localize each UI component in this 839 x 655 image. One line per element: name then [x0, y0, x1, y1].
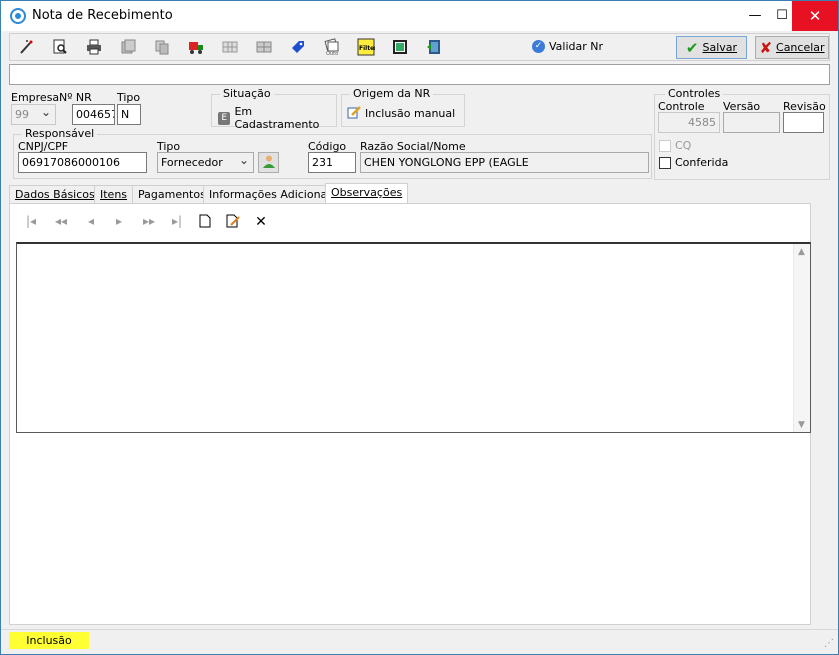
scroll-up-icon[interactable]: ▲ — [798, 247, 805, 257]
origem-group: Origem da NR Inclusão manual — [341, 87, 465, 127]
truck-icon[interactable] — [186, 38, 206, 56]
controle-field: 4585 — [658, 112, 720, 133]
first-record-icon[interactable]: |◂ — [22, 214, 40, 232]
filter-icon[interactable]: Filter — [356, 38, 376, 56]
checkmark-icon: ✔ — [685, 38, 699, 57]
app-icon — [10, 8, 26, 24]
new-document-icon[interactable] — [196, 214, 214, 232]
person-lookup-button[interactable] — [258, 152, 279, 173]
stack-icon[interactable] — [118, 38, 138, 56]
revisao-field[interactable] — [783, 112, 824, 133]
save-button[interactable]: ✔ Salvar — [676, 36, 747, 59]
main-window: Nota de Recebimento — ☐ ✕ Outo Filter ✓ … — [0, 0, 839, 655]
cq-label: CQ — [675, 139, 692, 152]
codigo-field[interactable]: 231 — [308, 152, 356, 173]
prior-page-icon[interactable]: ◂◂ — [52, 214, 70, 232]
delete-icon[interactable]: ✕ — [252, 214, 270, 232]
pencil-icon — [347, 105, 361, 122]
close-button[interactable]: ✕ — [792, 1, 838, 31]
cq-box — [659, 139, 671, 152]
status-bar: Inclusão ⋰ — [1, 629, 838, 654]
cancel-button[interactable]: ✘ Cancelar — [755, 36, 829, 59]
empresa-label: Empresa — [11, 91, 60, 104]
next-page-icon[interactable]: ▸▸ — [140, 214, 158, 232]
cross-icon: ✘ — [759, 38, 773, 57]
versao-field[interactable] — [723, 112, 780, 133]
resize-grip-icon[interactable]: ⋰ — [824, 638, 834, 649]
cnpj-field[interactable]: 06917086000106 — [18, 152, 147, 173]
edit-document-icon[interactable] — [224, 214, 242, 232]
status-mode: Inclusão — [9, 632, 89, 649]
person-icon — [262, 154, 276, 171]
cancel-label: Cancelar — [776, 41, 825, 54]
responsavel-title: Responsável — [22, 127, 98, 140]
nr-field[interactable]: 004657 — [72, 104, 115, 125]
situacao-group: Situação E Em Cadastramento — [211, 87, 337, 131]
conferida-box — [659, 156, 671, 169]
tag-icon[interactable] — [288, 38, 308, 56]
conferida-label: Conferida — [675, 156, 729, 169]
tipo-field[interactable]: N — [117, 104, 141, 125]
tab-informacoes-adicionais-label: Informações Adicionais — [209, 188, 337, 201]
empresa-select[interactable]: 99 — [11, 104, 56, 125]
tab-itens[interactable]: Itens — [94, 185, 134, 204]
scroll-down-icon[interactable]: ▼ — [798, 420, 805, 430]
save-label: Salvar — [702, 41, 738, 54]
tab-dados-basicos-label: Dados Básicos — [15, 188, 95, 201]
conferida-checkbox[interactable]: Conferida — [659, 156, 728, 169]
print-preview-icon[interactable] — [50, 38, 70, 56]
svg-text:Outo: Outo — [326, 51, 338, 56]
observacoes-textarea[interactable]: ▲ ▼ — [16, 242, 811, 433]
origem-value: Inclusão manual — [365, 107, 456, 120]
tab-pagamentos[interactable]: Pagamentos — [132, 185, 212, 204]
cq-checkbox[interactable]: CQ — [659, 139, 691, 152]
printer-icon[interactable] — [84, 38, 104, 56]
situacao-icon: E — [218, 111, 231, 125]
tab-itens-label: Itens — [100, 188, 128, 201]
situacao-title: Situação — [220, 87, 274, 100]
tipo-label: Tipo — [117, 91, 141, 104]
copy-icon[interactable] — [152, 38, 172, 56]
last-record-icon[interactable]: ▸| — [168, 214, 186, 232]
check-circle-icon: ✓ — [532, 40, 545, 53]
vertical-scrollbar[interactable]: ▲ ▼ — [793, 244, 810, 432]
grid-icon-2[interactable] — [254, 38, 274, 56]
observacoes-panel: |◂ ◂◂ ◂ ▸ ▸▸ ▸| ✕ ▲ ▼ — [9, 203, 811, 625]
message-field[interactable] — [9, 64, 830, 85]
grid-icon[interactable] — [220, 38, 240, 56]
resp-tipo-select[interactable]: Fornecedor — [157, 152, 254, 173]
validar-nr-label: Validar Nr — [549, 40, 604, 53]
tab-observacoes-label: Observações — [331, 186, 403, 199]
origem-title: Origem da NR — [350, 87, 434, 100]
next-record-icon[interactable]: ▸ — [110, 214, 128, 232]
validar-nr-button[interactable]: ✓ Validar Nr — [532, 40, 603, 53]
situacao-value: Em Cadastramento — [234, 105, 320, 131]
razao-field: CHEN YONGLONG EPP (EAGLE — [360, 152, 649, 173]
window-title: Nota de Recebimento — [32, 8, 173, 23]
wand-icon[interactable] — [16, 38, 36, 56]
controles-title: Controles — [665, 87, 724, 100]
prior-record-icon[interactable]: ◂ — [82, 214, 100, 232]
image-icon[interactable] — [390, 38, 410, 56]
tab-observacoes[interactable]: Observações — [325, 183, 409, 204]
title-bar: Nota de Recebimento — ☐ ✕ — [1, 1, 838, 31]
docs-icon[interactable]: Outo — [322, 38, 342, 56]
tab-dados-basicos[interactable]: Dados Básicos — [9, 185, 101, 204]
exit-icon[interactable] — [424, 38, 444, 56]
tab-informacoes-adicionais[interactable]: Informações Adicionais — [203, 185, 343, 204]
nr-label: Nº NR — [59, 91, 92, 104]
svg-text:Filter: Filter — [359, 45, 375, 52]
toolbar: Outo Filter ✓ Validar Nr ✔ Salvar ✘ Canc… — [9, 33, 830, 61]
tab-pagamentos-label: Pagamentos — [138, 188, 206, 201]
